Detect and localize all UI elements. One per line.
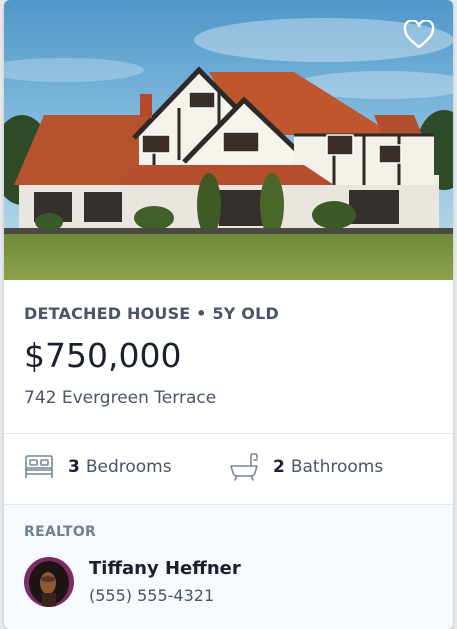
features-row: 3 Bedrooms 2 Bathrooms [4,434,453,504]
realtor-section: REALTOR Tiffany Heffner (555) 555-4321 [4,504,453,629]
bed-icon [25,455,53,478]
heart-icon[interactable] [403,20,435,50]
bathrooms-feature: 2 Bathrooms [229,452,383,482]
listing-card: DETACHED HOUSE • 5Y OLD $750,000 742 Eve… [4,0,453,629]
bedrooms-label: Bedrooms [85,457,172,477]
realtor-phone[interactable]: (555) 555-4321 [89,586,214,605]
bathrooms-label: Bathrooms [290,457,384,477]
bathtub-icon [230,453,258,481]
realtor-name[interactable]: Tiffany Heffner [89,558,241,579]
listing-address: 742 Evergreen Terrace [24,388,217,408]
bedrooms-feature: 3 Bedrooms [24,452,172,482]
avatar[interactable] [24,557,74,607]
listing-info: DETACHED HOUSE • 5Y OLD $750,000 742 Eve… [4,280,453,433]
house-photo [4,0,453,280]
realtor-heading: REALTOR [24,524,97,540]
property-type: DETACHED HOUSE • 5Y OLD [24,304,279,323]
bathrooms-count: 2 [273,457,285,477]
listing-price: $750,000 [24,336,182,375]
bedrooms-count: 3 [68,457,80,477]
